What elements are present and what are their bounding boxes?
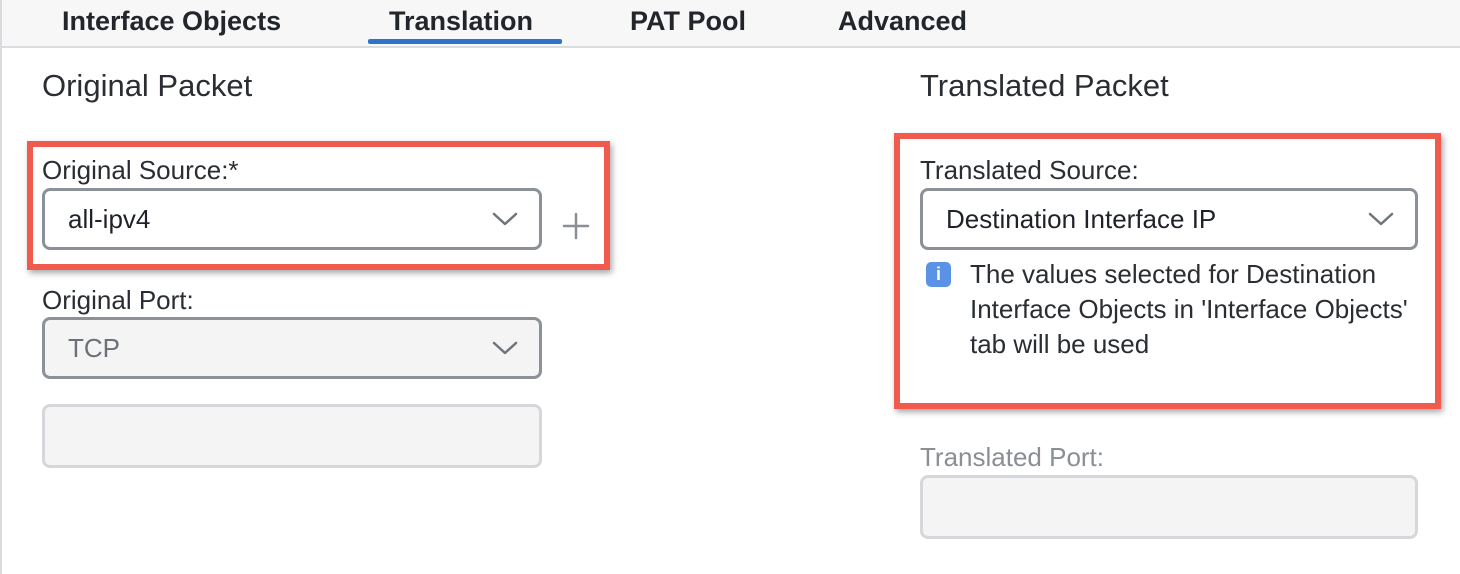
chevron-down-icon (492, 341, 518, 355)
original-port-label: Original Port: (42, 285, 194, 315)
tab-translation[interactable]: Translation (389, 4, 533, 38)
panel-left-border (0, 0, 2, 574)
original-port-number-input[interactable] (42, 404, 542, 468)
active-tab-indicator (368, 39, 562, 44)
translated-source-highlight (894, 133, 1441, 409)
original-source-highlight (27, 141, 610, 270)
translated-port-input[interactable] (920, 475, 1418, 539)
original-packet-title: Original Packet (42, 68, 253, 103)
tab-pat-pool[interactable]: PAT Pool (630, 4, 746, 38)
tab-interface-objects[interactable]: Interface Objects (62, 4, 281, 38)
translated-packet-title: Translated Packet (920, 68, 1169, 103)
original-port-value: TCP (68, 333, 120, 363)
tab-bar: Interface Objects Translation PAT Pool A… (0, 0, 1460, 48)
translated-port-label: Translated Port: (920, 442, 1105, 472)
original-port-select[interactable]: TCP (42, 317, 542, 379)
tab-advanced[interactable]: Advanced (838, 4, 967, 38)
